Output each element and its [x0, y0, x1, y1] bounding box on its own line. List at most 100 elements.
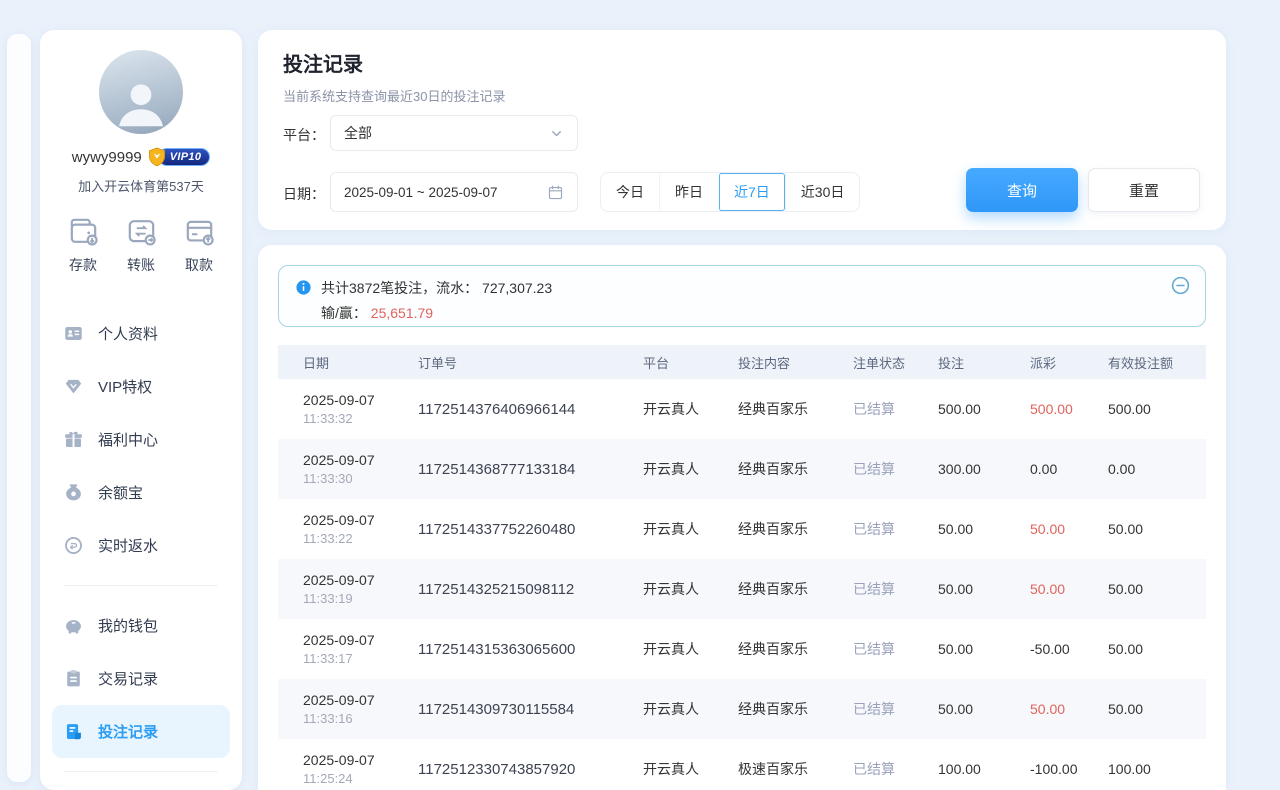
cell-order-number: 1172514309730115584 — [418, 701, 643, 718]
username: wywy9999 — [72, 149, 142, 166]
cell-order-number: 1172512330743857920 — [418, 761, 643, 778]
gift-icon — [63, 429, 84, 450]
cell-order-number: 1172514315363065600 — [418, 641, 643, 658]
sidebar-item-label: VIP特权 — [98, 376, 152, 397]
cell-payout: 0.00 — [1030, 461, 1108, 477]
cell-order-number: 1172514337752260480 — [418, 521, 643, 538]
cell-valid-amount: 50.00 — [1108, 521, 1206, 537]
page-subtitle: 当前系统支持查询最近30日的投注记录 — [283, 86, 505, 105]
sidebar-item-wallet[interactable]: 我的钱包 — [52, 599, 230, 652]
cell-platform: 开云真人 — [643, 579, 738, 599]
bet-record-icon — [63, 721, 84, 742]
transaction-record-icon — [63, 668, 84, 689]
cell-bet-content: 经典百家乐 — [738, 399, 853, 419]
transfer-button[interactable]: 转账 — [118, 215, 164, 275]
person-silhouette-icon — [110, 72, 172, 134]
sidebar-item-bet-records[interactable]: 投注记录 — [52, 705, 230, 758]
minus-circle-icon — [1170, 275, 1191, 296]
bet-date: 2025-09-07 — [303, 511, 418, 530]
table-row: 2025-09-07 11:33:19 1172514325215098112 … — [278, 559, 1206, 619]
cell-bet-amount: 50.00 — [938, 701, 1030, 717]
vip-badge: VIP10 — [146, 146, 210, 168]
deposit-icon — [67, 215, 100, 248]
table-row: 2025-09-07 11:33:17 1172514315363065600 … — [278, 619, 1206, 679]
collapse-summary-button[interactable] — [1170, 275, 1191, 296]
cell-date: 2025-09-07 11:33:32 — [303, 391, 418, 428]
sidebar-item-vip[interactable]: VIP特权 — [52, 360, 230, 413]
sidebar-item-label: 投注记录 — [98, 721, 158, 742]
table-header-row: 日期 订单号 平台 投注内容 注单状态 投注 派彩 有效投注额 — [278, 345, 1206, 379]
sidebar-item-transactions[interactable]: 交易记录 — [52, 652, 230, 705]
cell-bet-content: 经典百家乐 — [738, 579, 853, 599]
table-body: 2025-09-07 11:33:32 1172514376406966144 … — [258, 379, 1226, 790]
bet-date: 2025-09-07 — [303, 451, 418, 470]
piggy-bank-icon — [63, 615, 84, 636]
cell-platform: 开云真人 — [643, 459, 738, 479]
date-range-input[interactable]: 2025-09-01 ~ 2025-09-07 — [330, 172, 578, 212]
quick-range-label: 近30日 — [801, 182, 845, 202]
membership-days: 加入开云体育第537天 — [40, 176, 242, 195]
col-header-order: 订单号 — [418, 353, 643, 372]
sidebar-item-profile[interactable]: 个人资料 — [52, 307, 230, 360]
quick-range-yesterday[interactable]: 昨日 — [659, 173, 718, 211]
transfer-icon — [125, 215, 158, 248]
cell-order-number: 1172514368777133184 — [418, 461, 643, 478]
col-header-content: 投注内容 — [738, 353, 853, 372]
platform-label: 平台： — [283, 125, 325, 145]
col-header-date: 日期 — [303, 353, 418, 372]
cell-payout: -50.00 — [1030, 641, 1108, 657]
cell-bet-amount: 50.00 — [938, 581, 1030, 597]
cell-date: 2025-09-07 11:25:24 — [303, 751, 418, 788]
cell-payout: -100.00 — [1030, 761, 1108, 777]
cell-order-number: 1172514325215098112 — [418, 581, 643, 598]
col-header-status: 注单状态 — [853, 353, 938, 372]
quick-range-today[interactable]: 今日 — [601, 173, 659, 211]
sidebar-item-label: 个人资料 — [98, 323, 158, 344]
calendar-icon — [547, 184, 564, 201]
withdraw-button[interactable]: 取款 — [176, 215, 222, 275]
query-button[interactable]: 查询 — [966, 168, 1078, 212]
withdraw-icon — [183, 215, 216, 248]
cell-date: 2025-09-07 11:33:30 — [303, 451, 418, 488]
platform-select[interactable]: 全部 — [330, 115, 578, 151]
bet-time: 11:33:30 — [303, 470, 418, 488]
sidebar-item-rebate[interactable]: 实时返水 — [52, 519, 230, 572]
quick-range-label: 昨日 — [675, 182, 703, 202]
cell-bet-content: 经典百家乐 — [738, 699, 853, 719]
cell-payout: 50.00 — [1030, 581, 1108, 597]
cell-status: 已结算 — [853, 699, 938, 719]
transfer-label: 转账 — [127, 255, 155, 275]
cell-payout: 50.00 — [1030, 521, 1108, 537]
withdraw-label: 取款 — [185, 255, 213, 275]
rebate-icon — [63, 535, 84, 556]
id-card-icon — [63, 323, 84, 344]
deposit-label: 存款 — [69, 255, 97, 275]
cell-status: 已结算 — [853, 519, 938, 539]
cell-date: 2025-09-07 11:33:22 — [303, 511, 418, 548]
cell-platform: 开云真人 — [643, 699, 738, 719]
quick-range-last7days[interactable]: 近7日 — [718, 173, 785, 211]
reset-button[interactable]: 重置 — [1088, 168, 1200, 212]
cell-status: 已结算 — [853, 579, 938, 599]
records-card: 共计3872笔投注，流水： 727,307.23 输/赢： 25,651.79 … — [258, 245, 1226, 790]
quick-range-last30days[interactable]: 近30日 — [785, 173, 860, 211]
bet-time: 11:33:19 — [303, 590, 418, 608]
sidebar-item-yuebao[interactable]: 余额宝 — [52, 466, 230, 519]
sidebar-item-benefits[interactable]: 福利中心 — [52, 413, 230, 466]
cell-bet-content: 经典百家乐 — [738, 519, 853, 539]
col-header-platform: 平台 — [643, 353, 738, 372]
deposit-button[interactable]: 存款 — [60, 215, 106, 275]
summary-banner: 共计3872笔投注，流水： 727,307.23 输/赢： 25,651.79 — [278, 265, 1206, 327]
quick-range-group: 今日 昨日 近7日 近30日 — [600, 172, 860, 212]
sidebar-item-label: 福利中心 — [98, 429, 158, 450]
cell-bet-content: 经典百家乐 — [738, 639, 853, 659]
col-header-valid: 有效投注额 — [1108, 353, 1206, 372]
sidebar-nav: 个人资料 VIP特权 福利中心 — [40, 307, 242, 772]
cell-payout: 500.00 — [1030, 401, 1108, 417]
table-row: 2025-09-07 11:33:30 1172514368777133184 … — [278, 439, 1206, 499]
cell-valid-amount: 500.00 — [1108, 401, 1206, 417]
nav-divider — [64, 585, 218, 586]
cell-valid-amount: 50.00 — [1108, 581, 1206, 597]
betting-records-page: wywy9999 VIP10 加入开云体育第537天 存款 — [0, 0, 1280, 790]
cell-status: 已结算 — [853, 759, 938, 779]
